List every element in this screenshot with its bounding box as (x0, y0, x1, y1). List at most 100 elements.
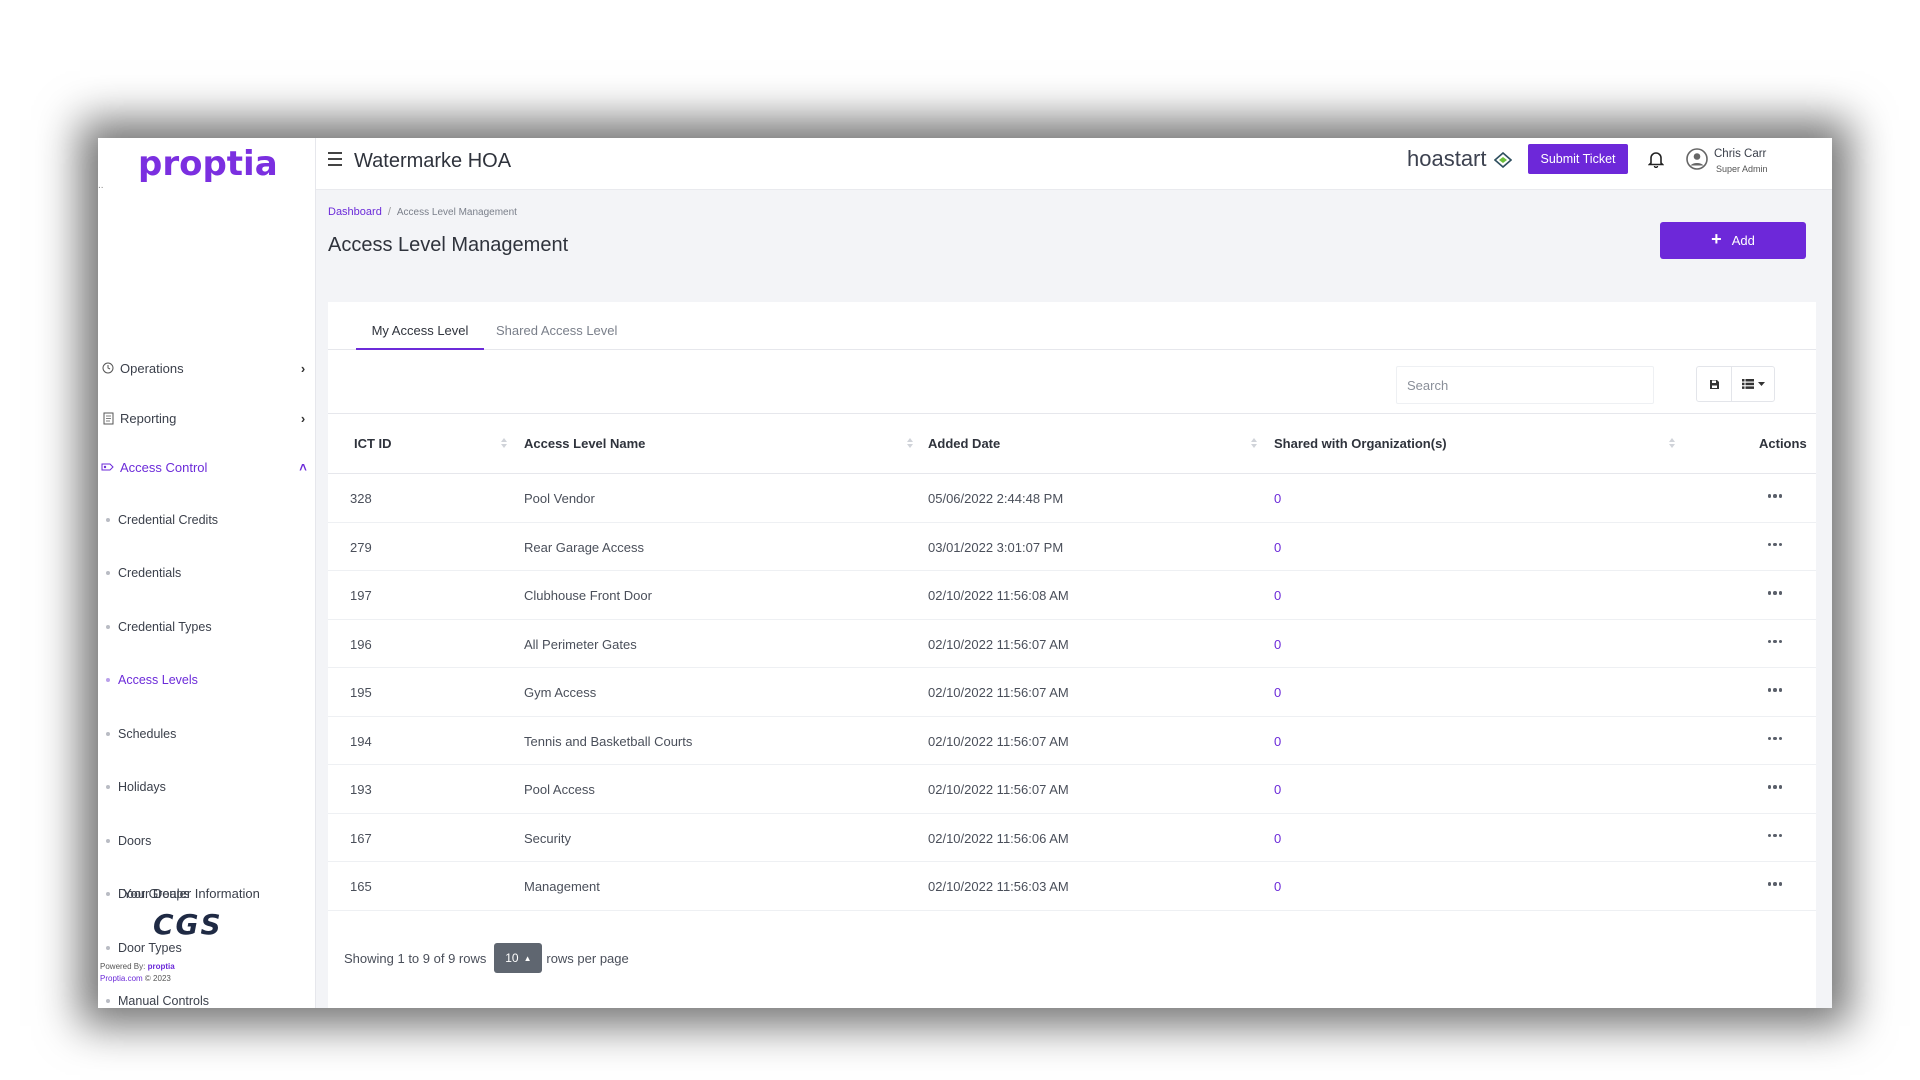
tab-shared-access-level[interactable]: Shared Access Level (496, 323, 617, 350)
cell-added-date: 02/10/2022 11:56:08 AM (928, 588, 1069, 603)
cell-added-date: 02/10/2022 11:56:07 AM (928, 636, 1069, 652)
table-row: 197 Clubhouse Front Door 02/10/2022 11:56:… (328, 571, 1816, 620)
sidebar-subitem-label: Schedules (118, 727, 177, 741)
cell-added-date: 02/10/2022 11:56:03 AM (928, 879, 1069, 894)
search-input[interactable] (1396, 366, 1654, 404)
sort-icon[interactable] (1250, 436, 1258, 450)
sidebar-subitem-manual-controls[interactable]: Manual Controls (106, 991, 209, 1008)
column-header-shared-with-organizations[interactable]: Shared with Organization(s) (1274, 436, 1447, 451)
sidebar-subitem-schedules[interactable]: Schedules (106, 724, 176, 744)
save-button[interactable] (1696, 366, 1732, 402)
powered-by-brand: proptia (147, 962, 175, 971)
sidebar-subitem-holidays[interactable]: Holidays (106, 777, 166, 797)
row-actions-more-icon[interactable] (1762, 729, 1788, 749)
row-actions-more-icon[interactable] (1762, 680, 1788, 700)
sort-icon[interactable] (1668, 436, 1676, 450)
org-title: Watermarke HOA (354, 150, 512, 172)
avatar[interactable] (1686, 148, 1708, 175)
cell-ict-id: 167 (350, 830, 372, 846)
submit-ticket-button[interactable]: Submit Ticket (1528, 144, 1628, 174)
cell-shared-count[interactable]: 0 (1274, 734, 1281, 749)
row-actions-more-icon[interactable] (1762, 583, 1788, 603)
sidebar-item-access-control[interactable]: Access Control ˄ (98, 455, 316, 479)
hamburger-menu-icon[interactable] (328, 152, 342, 166)
table-body: 328 Pool Vendor 05/06/2022 2:44:48 PM 0 279 R… (328, 474, 1816, 911)
column-header-added-date[interactable]: Added Date (928, 436, 1000, 451)
access-level-table: ICT ID Access Level Name Added Date Shar… (328, 414, 1816, 911)
row-actions-more-icon[interactable] (1762, 777, 1788, 797)
proptia-logo[interactable]: proptia (138, 144, 278, 184)
sidebar-subitem-label: Manual Controls (118, 994, 210, 1008)
access-icon (98, 458, 118, 476)
table-row: 194 Tennis and Basketball Courts 02/10/202… (328, 717, 1816, 765)
clock-icon (98, 359, 118, 377)
bell-icon[interactable] (1647, 150, 1665, 173)
table-row: 167 Security 02/10/2022 11:56:06 AM 0 (328, 814, 1816, 862)
cell-ict-id: 279 (350, 539, 372, 555)
cell-shared-count[interactable]: 0 (1274, 831, 1281, 846)
sort-icon[interactable] (500, 436, 508, 450)
sidebar-subitem-label: Access Levels (118, 673, 198, 687)
add-button-label: Add (1731, 233, 1755, 248)
sidebar-subitem-door-types[interactable]: Door Types (106, 938, 182, 958)
columns-toggle-button[interactable] (1731, 366, 1775, 402)
sidebar-item-operations[interactable]: Operations › (98, 356, 316, 380)
app-window: proptia .. Operations › Reporting › Acce… (98, 138, 1832, 1008)
row-actions-more-icon[interactable] (1762, 632, 1788, 652)
cell-access-level-name: Security (524, 830, 571, 846)
breadcrumb-home-link[interactable]: Dashboard (328, 206, 382, 218)
cell-access-level-name: Rear Garage Access (524, 539, 644, 555)
cell-shared-count[interactable]: 0 (1274, 879, 1281, 894)
cell-access-level-name: Clubhouse Front Door (524, 588, 652, 603)
cell-shared-count[interactable]: 0 (1274, 782, 1281, 797)
cell-shared-count[interactable]: 0 (1274, 491, 1281, 506)
document-icon (98, 409, 118, 427)
sidebar-subitem-label: Credential Credits (118, 513, 219, 527)
cell-shared-count[interactable]: 0 (1274, 540, 1281, 555)
bullet-dot (106, 732, 110, 736)
row-actions-more-icon[interactable] (1762, 826, 1788, 846)
proptia-link[interactable]: Proptia.com (100, 974, 143, 983)
sidebar: proptia .. Operations › Reporting › Acce… (98, 138, 316, 1008)
bullet-dot (106, 946, 110, 950)
cell-shared-count[interactable]: 0 (1274, 588, 1281, 603)
add-button[interactable]: + Add (1660, 222, 1806, 259)
sidebar-subitem-access-levels[interactable]: Access Levels (106, 670, 198, 690)
breadcrumb: Dashboard / Access Level Management (328, 206, 517, 218)
row-actions-more-icon[interactable] (1762, 535, 1788, 555)
cgs-logo: CGS (153, 908, 223, 941)
logo-dots: .. (98, 180, 104, 191)
sidebar-item-label: Operations (120, 360, 184, 376)
caret-up-icon: ▲ (523, 953, 532, 963)
sidebar-item-reporting[interactable]: Reporting › (98, 406, 316, 430)
dealer-info-link[interactable]: Your Dealer Information (123, 886, 260, 901)
sidebar-subitem-credentials[interactable]: Credentials (106, 563, 181, 583)
cell-access-level-name: Gym Access (524, 685, 597, 700)
cell-shared-count[interactable]: 0 (1274, 685, 1281, 700)
table-row: 165 Management 02/10/2022 11:56:03 AM 0 (328, 862, 1816, 911)
copyright-year: © 2023 (144, 974, 171, 983)
user-name[interactable]: Chris Carr (1714, 148, 1766, 160)
table-row: 279 Rear Garage Access 03/01/2022 3:01:07 … (328, 523, 1816, 571)
column-header-access-level-name[interactable]: Access Level Name (524, 436, 645, 451)
tab-my-access-level[interactable]: My Access Level (356, 323, 484, 350)
row-actions-more-icon[interactable] (1762, 874, 1788, 894)
cell-shared-count[interactable]: 0 (1274, 637, 1281, 652)
table-header: ICT ID Access Level Name Added Date Shar… (328, 414, 1816, 474)
sort-icon[interactable] (906, 436, 914, 450)
page-size-dropdown[interactable]: 10 ▲ (494, 943, 543, 973)
row-actions-more-icon[interactable] (1762, 486, 1788, 506)
sidebar-subitem-credential-credits[interactable]: Credential Credits (106, 510, 218, 530)
caret-down-icon (1757, 381, 1765, 386)
sidebar-subitem-label: Credential Types (118, 620, 212, 634)
sidebar-subitem-credential-types[interactable]: Credential Types (106, 617, 212, 637)
powered-by-label: Powered By: (100, 962, 146, 971)
breadcrumb-current: Access Level Management (396, 207, 517, 218)
cell-ict-id: 195 (350, 685, 372, 700)
sidebar-subitem-doors[interactable]: Doors (106, 831, 151, 851)
column-header-actions: Actions (1759, 436, 1807, 451)
user-role: Super Admin (1716, 164, 1768, 174)
access-level-card: My Access Level Shared Access Level ICT … (328, 302, 1816, 1008)
column-header-ict-id[interactable]: ICT ID (354, 436, 392, 451)
sidebar-subitem-label: Holidays (118, 780, 166, 794)
